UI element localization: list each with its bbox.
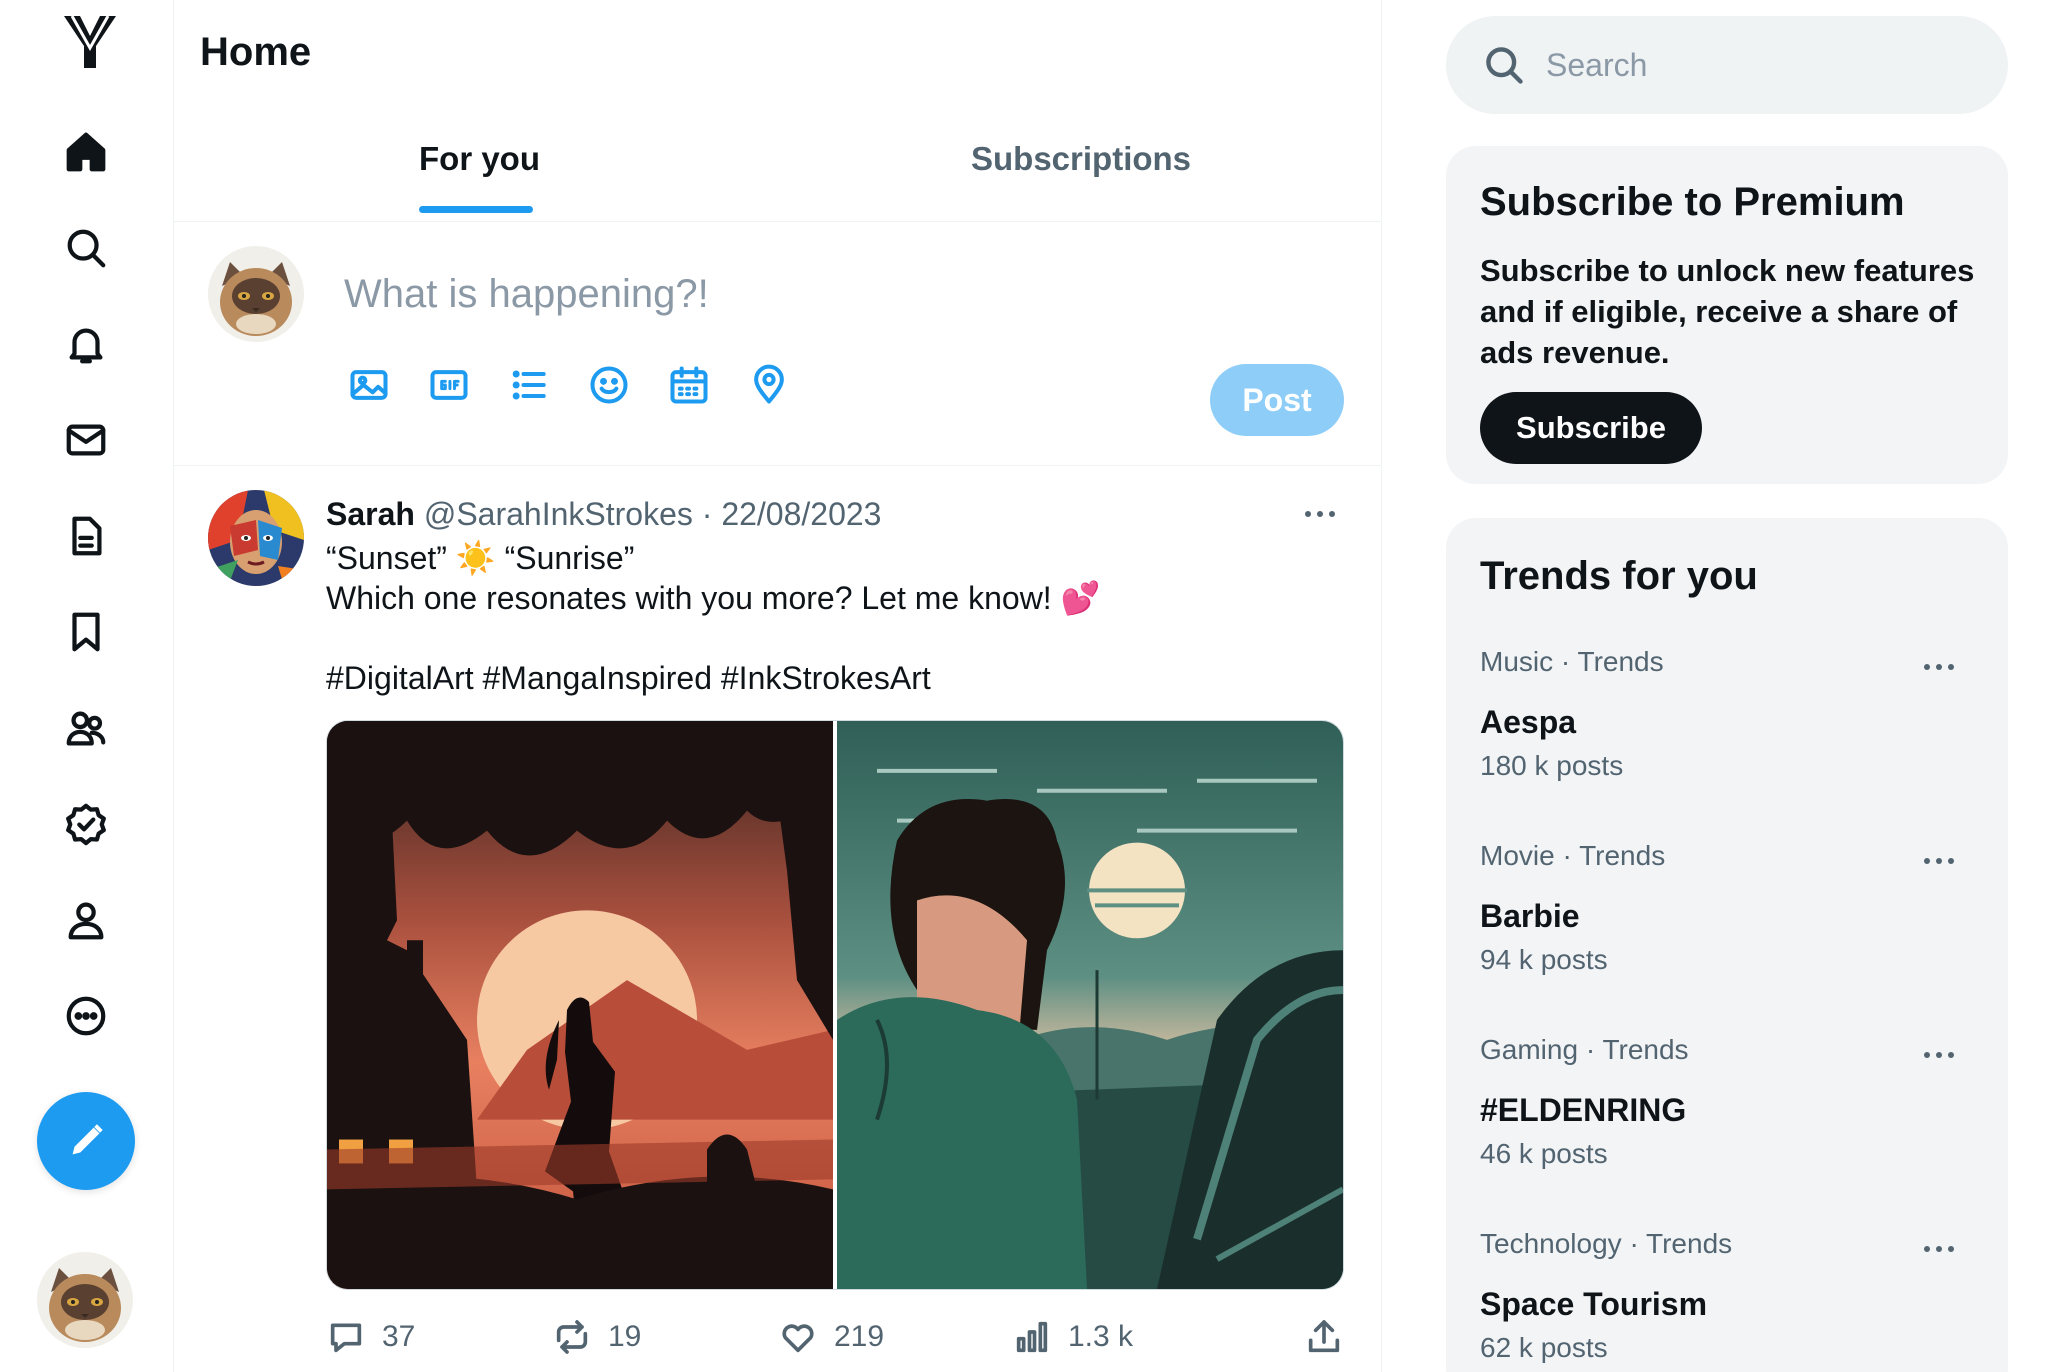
post-button[interactable]: Post	[1210, 364, 1344, 436]
trend-name: Space Tourism	[1480, 1286, 1708, 1322]
trend-meta: Movie · Trends	[1480, 840, 1665, 872]
trends-title: Trends for you	[1480, 554, 1758, 598]
reply-icon	[330, 1323, 362, 1353]
pencil-icon	[72, 1124, 103, 1155]
trend-kind: Trends	[1646, 1228, 1733, 1259]
avatar[interactable]	[208, 246, 304, 342]
repost-icon	[556, 1320, 588, 1354]
header-separator: ·	[701, 496, 713, 532]
mail-icon[interactable]	[58, 412, 114, 468]
trend-kind: Trends	[1602, 1034, 1689, 1065]
avatar[interactable]	[208, 490, 304, 586]
search-input[interactable]	[1546, 35, 1966, 95]
page-title: Home	[200, 30, 312, 74]
tweet[interactable]: Sarah @SarahInkStrokes · 22/08/2023 “Sun…	[174, 466, 1382, 1372]
trend-post-count: 46 k posts	[1480, 1138, 1608, 1169]
trend-meta-separator: ·	[1629, 1228, 1639, 1259]
trend-category: Movie	[1480, 840, 1555, 871]
premium-card: Subscribe to Premium Subscribe to unlock…	[1446, 146, 2008, 484]
trend-item[interactable]: Gaming · Trends #ELDENRING 46 k posts	[1446, 1034, 2008, 1230]
tab-subscriptions[interactable]: Subscriptions	[971, 140, 1191, 178]
list-icon[interactable]	[504, 360, 554, 410]
document-icon[interactable]	[58, 508, 114, 564]
compose-input[interactable]	[344, 264, 1244, 324]
search-icon[interactable]	[58, 220, 114, 276]
like-button[interactable]: 219	[778, 1312, 884, 1362]
heart-icon	[782, 1324, 814, 1353]
author-handle[interactable]: @SarahInkStrokes	[424, 496, 693, 532]
author-name[interactable]: Sarah	[326, 496, 415, 532]
trend-meta: Gaming · Trends	[1480, 1034, 1689, 1066]
trend-category: Gaming	[1480, 1034, 1579, 1065]
search-icon	[1486, 47, 1523, 84]
trend-item[interactable]: Movie · Trends Barbie 94 k posts	[1446, 840, 2008, 1036]
trend-meta-separator: ·	[1562, 840, 1572, 871]
trend-kind: Trends	[1577, 646, 1664, 677]
trend-name: #ELDENRING	[1480, 1092, 1687, 1128]
share-icon	[1308, 1320, 1340, 1353]
compose-post-button[interactable]	[37, 1092, 135, 1190]
people-icon[interactable]	[58, 700, 114, 756]
view-count: 1.3 k	[1068, 1320, 1134, 1353]
search-bar	[1446, 16, 2008, 114]
trend-post-count: 62 k posts	[1480, 1332, 1608, 1363]
trend-name: Barbie	[1480, 898, 1580, 934]
verified-check-icon[interactable]	[58, 796, 114, 852]
tab-for-you[interactable]: For you	[419, 140, 540, 178]
account-avatar[interactable]	[37, 1252, 133, 1348]
active-tab-indicator	[419, 206, 533, 213]
media-image-sunrise[interactable]	[837, 721, 1343, 1289]
like-count: 219	[834, 1320, 885, 1353]
post-composer: Post	[174, 222, 1382, 466]
trend-meta: Technology · Trends	[1480, 1228, 1732, 1260]
main-timeline: Home For you Subscriptions What is happe…	[174, 0, 1382, 1372]
left-sidebar	[0, 0, 174, 1372]
bell-icon[interactable]	[58, 316, 114, 372]
trend-more-icon[interactable]	[1914, 652, 1964, 682]
premium-title: Subscribe to Premium	[1480, 180, 1905, 224]
y-logo-icon[interactable]	[58, 10, 122, 74]
trend-category: Music	[1480, 646, 1554, 677]
more-circle-icon[interactable]	[58, 988, 114, 1044]
user-icon[interactable]	[58, 892, 114, 948]
timeline-tabs: For you Subscriptions	[174, 120, 1382, 222]
trend-more-icon[interactable]	[1914, 1040, 1964, 1070]
trend-item[interactable]: Technology · Trends Space Tourism 62 k p…	[1446, 1228, 2008, 1372]
share-button[interactable]	[1304, 1312, 1344, 1362]
reply-button[interactable]: 37	[326, 1312, 415, 1362]
tweet-text: “Sunset” ☀️ “Sunrise” Which one resonate…	[326, 540, 1101, 696]
subscribe-button[interactable]: Subscribe	[1480, 392, 1702, 464]
repost-button[interactable]: 19	[552, 1312, 641, 1362]
trends-panel: Trends for you Music · Trends Aespa 180 …	[1446, 518, 2008, 1372]
views-button[interactable]: 1.3 k	[1012, 1312, 1133, 1362]
trend-meta-separator: ·	[1585, 1034, 1596, 1065]
views-chart-icon	[1016, 1321, 1048, 1353]
repost-count: 19	[608, 1320, 642, 1353]
premium-description: Subscribe to unlock new features and if …	[1480, 253, 1975, 370]
tweet-actions: 37 19 219 1.3 k	[326, 1312, 1346, 1362]
trend-more-icon[interactable]	[1914, 1234, 1964, 1264]
reply-count: 37	[382, 1320, 416, 1353]
trend-category: Technology	[1480, 1228, 1622, 1259]
media-image-sunset[interactable]	[327, 721, 834, 1289]
bookmark-icon[interactable]	[58, 604, 114, 660]
emoji-icon[interactable]	[584, 360, 634, 410]
trend-kind: Trends	[1579, 840, 1666, 871]
schedule-icon[interactable]	[664, 360, 714, 410]
trend-name: Aespa	[1480, 704, 1577, 740]
trend-item[interactable]: Music · Trends Aespa 180 k posts	[1446, 646, 2008, 842]
home-icon[interactable]	[58, 124, 114, 180]
trend-more-icon[interactable]	[1914, 846, 1964, 876]
trend-post-count: 180 k posts	[1480, 750, 1624, 781]
trend-post-count: 94 k posts	[1480, 944, 1608, 975]
trend-meta-separator: ·	[1560, 646, 1571, 677]
tweet-date[interactable]: 22/08/2023	[721, 496, 881, 532]
trend-meta: Music · Trends	[1480, 646, 1664, 678]
tweet-media	[326, 720, 1344, 1290]
tweet-more-icon[interactable]	[1298, 496, 1342, 532]
image-icon[interactable]	[344, 360, 394, 410]
gif-icon[interactable]	[424, 360, 474, 410]
location-icon[interactable]	[744, 360, 794, 410]
tweet-header: Sarah @SarahInkStrokes · 22/08/2023	[326, 496, 881, 533]
